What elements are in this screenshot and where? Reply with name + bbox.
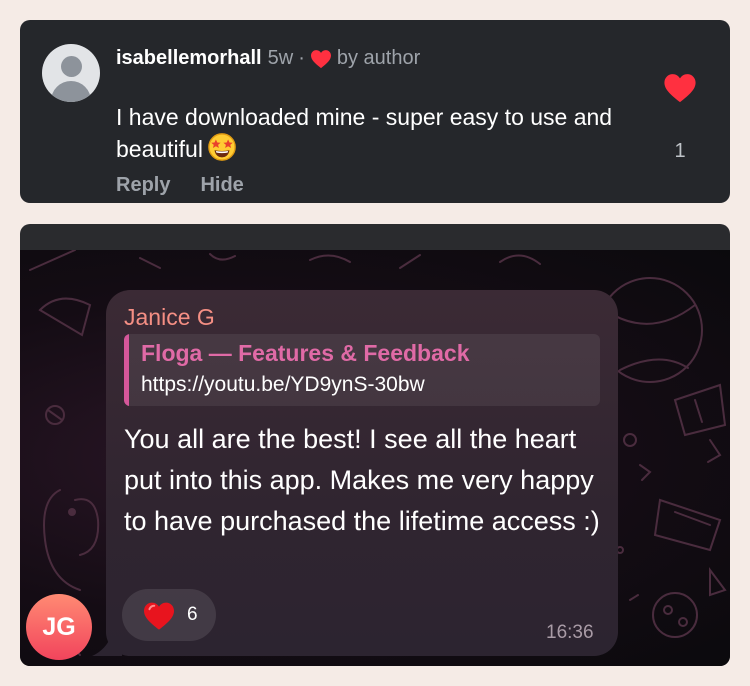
user-head-icon xyxy=(61,56,82,77)
sender-name[interactable]: Janice G xyxy=(124,304,215,331)
comment-username[interactable]: isabellemorhall xyxy=(116,47,262,70)
message-text: You all are the best! I see all the hear… xyxy=(124,424,600,536)
link-preview-accent-bar xyxy=(124,334,129,406)
comment-actions: Reply Hide xyxy=(116,174,244,197)
comment-card: isabellemorhall 5w · by author I have do… xyxy=(20,20,730,203)
chat-background: Janice G Floga — Features & Feedback htt… xyxy=(20,250,730,666)
message-time: 16:36 xyxy=(546,622,594,643)
sender-avatar[interactable]: JG xyxy=(26,594,92,660)
message-bubble[interactable]: Janice G Floga — Features & Feedback htt… xyxy=(106,290,618,656)
like-count: 1 xyxy=(674,140,686,162)
heart-emoji-icon xyxy=(144,602,174,630)
reply-button[interactable]: Reply xyxy=(116,174,170,197)
liked-by-author-heart-icon xyxy=(310,49,331,68)
comment-header: isabellemorhall 5w · by author xyxy=(116,47,420,70)
link-preview-url[interactable]: https://youtu.be/YD9ynS-30bw xyxy=(141,373,425,397)
reaction-chip[interactable]: 6 xyxy=(122,589,216,641)
comment-age: 5w xyxy=(267,47,294,69)
comment-text: I have downloaded mine - super easy to u… xyxy=(116,104,613,162)
link-preview[interactable]: Floga — Features & Feedback https://yout… xyxy=(124,334,600,406)
reaction-count: 6 xyxy=(187,604,198,625)
like-heart-icon[interactable] xyxy=(663,72,697,104)
avatar[interactable] xyxy=(42,44,100,102)
star-struck-emoji-icon xyxy=(208,133,236,161)
meta-separator: · xyxy=(298,47,305,69)
hide-button[interactable]: Hide xyxy=(200,174,243,197)
chat-card: Janice G Floga — Features & Feedback htt… xyxy=(20,224,730,666)
liked-by-author-label: by author xyxy=(336,47,421,69)
user-shoulders-icon xyxy=(51,81,91,102)
link-preview-title: Floga — Features & Feedback xyxy=(141,340,470,366)
comment-body: I have downloaded mine - super easy to u… xyxy=(116,102,616,164)
